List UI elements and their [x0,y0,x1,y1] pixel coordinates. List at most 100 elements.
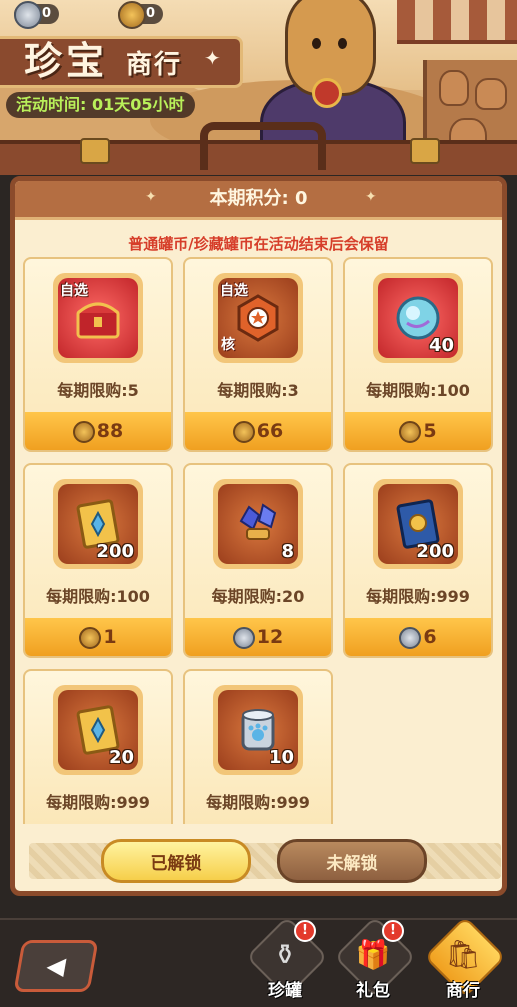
shop-item-card[interactable]: 8 每期限购:20 12 [183,463,333,658]
item-frame: 200 [373,479,463,569]
item-core-mark: 核 [221,337,235,353]
diamond-icon: ✦ [365,189,377,205]
event-time: 活动时间: 01天05小时 [6,92,195,118]
price-button[interactable]: 88 [25,412,171,450]
shop-item-card[interactable]: 自选 核 每期限购:3 66 [183,257,333,452]
score-value: 0 [294,188,308,209]
item-frame: 自选 核 [213,273,303,363]
item-frame: 200 [53,479,143,569]
nav-shop[interactable]: 🛍 商行 [423,915,507,1002]
nav-gift[interactable]: 🎁 礼包 ! [333,915,417,1002]
tab-locked[interactable]: 未解锁 [277,839,427,883]
score-bar: ✦ 本期积分: 0 ✦ [15,181,502,220]
price-button[interactable]: 1 [25,618,171,656]
blue-gems-icon [239,503,277,540]
shop-bag-icon: 🛍 [445,938,481,971]
shop-item-card[interactable]: 10 每期限购:999 [183,669,333,824]
currency-normal-value: 0 [42,6,52,21]
gold-jar-coin-icon [118,1,146,29]
shop-title-sub: 商行 [126,50,183,80]
price-button[interactable]: 66 [185,412,331,450]
item-tag: 自选 [220,283,248,299]
star-badge-icon [237,294,279,342]
clasp-icon [410,138,440,164]
item-quantity: 40 [428,335,454,356]
item-background: 自选 [58,278,138,358]
back-arrow-icon: ◀ [44,952,68,980]
item-price-value: 88 [96,420,124,442]
tab-strip [29,843,501,879]
shop-item-card[interactable]: 自选 每期限购:5 88 [23,257,173,452]
item-price: 88 [25,412,171,450]
item-frame: 8 [213,479,303,569]
shop-item-card[interactable]: 200 每期限购:999 6 [343,463,493,658]
currency-normal: 0 [14,1,60,29]
item-price-value: 66 [256,420,284,442]
item-price: 1 [25,618,171,656]
shop-title-main: 珍宝 [24,39,109,83]
nav-jar[interactable]: ⚱ 珍罐 ! [245,915,329,1002]
ruby-brooch-icon [312,78,342,108]
price-button[interactable]: 5 [345,412,491,450]
item-background: 20 [58,690,138,770]
merchant-eye [312,38,321,49]
item-frame: 自选 [53,273,143,363]
item-background: 200 [378,484,458,564]
item-price-value: 5 [423,420,437,442]
item-limit: 每期限购:100 [366,381,470,400]
nav-gift-label: 礼包 [356,981,390,1001]
back-button[interactable]: ◀ [13,940,99,992]
silver-jar-coin-icon [14,1,42,29]
tab-unlocked[interactable]: 已解锁 [101,839,251,883]
item-background: 8 [218,484,298,564]
gold-jar-coin-icon [232,420,255,443]
merchant-eye [338,38,347,49]
gold-jar-coin-icon [399,420,422,443]
item-frame: 20 [53,685,143,775]
item-limit: 每期限购:20 [211,587,305,606]
treasure-chest-icon [76,302,120,339]
score-text: 本期积分: 0 [15,181,502,217]
item-price-value: 12 [256,626,284,648]
jar-icon [439,70,469,106]
silver-jar-coin-icon [399,626,422,649]
item-limit: 每期限购:100 [46,587,150,606]
shop-item-card[interactable]: 20 每期限购:999 [23,669,173,824]
suitcase-handle [200,122,326,170]
silver-jar-coin-icon [232,626,255,649]
item-quantity: 8 [281,541,294,562]
currency-treasure-value: 0 [146,6,156,21]
gold-jar-coin-icon [79,626,102,649]
sparkle-icon: ✦ [204,46,221,70]
jar-icon [475,78,507,110]
currency-treasure: 0 [118,1,164,29]
item-background: 10 [218,690,298,770]
item-quantity: 20 [108,747,134,768]
shop-item-card[interactable]: 40 每期限购:100 5 [343,257,493,452]
alert-badge: ! [382,920,404,942]
item-background: 200 [58,484,138,564]
item-background: 40 [378,278,458,358]
clasp-icon [80,138,110,164]
item-frame: 40 [373,273,463,363]
alert-badge: ! [294,920,316,942]
item-price-value: 6 [423,626,437,648]
item-limit: 每期限购:999 [206,793,310,812]
shop-item-card[interactable]: 200 每期限购:100 1 [23,463,173,658]
item-quantity: 200 [416,541,454,562]
item-limit: 每期限购:999 [366,587,470,606]
price-button[interactable]: 12 [185,618,331,656]
item-background: 自选 核 [218,278,298,358]
score-label: 本期积分: [209,188,289,209]
event-time-label: 活动时间: [16,95,87,114]
nav-jar-label: 珍罐 [268,981,302,1001]
price-button[interactable]: 6 [345,618,491,656]
currency-notice: 普通罐币/珍藏罐币在活动结束后会保留 [128,235,389,253]
shop-panel: ✦ 本期积分: 0 ✦ 普通罐币/珍藏罐币在活动结束后会保留 自选 每期限购:5… [10,176,507,896]
item-price-value: 1 [103,626,117,648]
nav-shop-label: 商行 [446,981,480,1001]
gold-jar-coin-icon [72,420,95,443]
gift-icon: 🎁 [355,938,391,971]
event-time-value: 01天05小时 [91,95,185,114]
item-quantity: 200 [96,541,134,562]
